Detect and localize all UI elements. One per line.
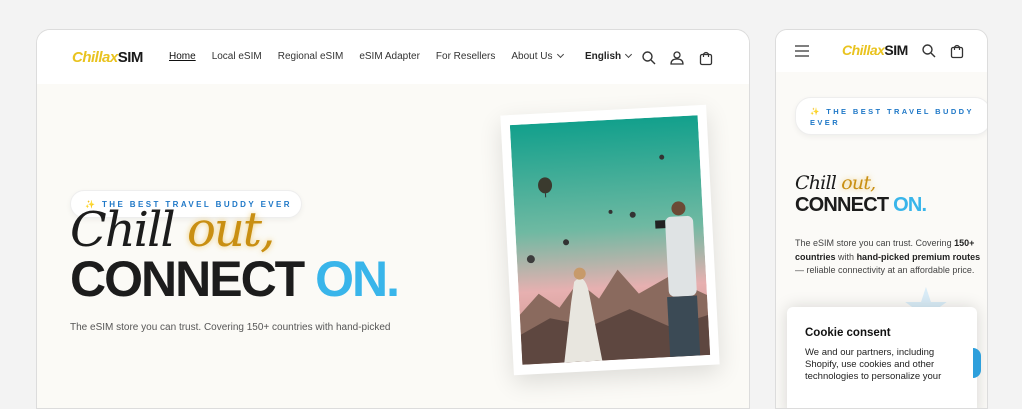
travel-photo-image (510, 115, 710, 365)
hero-headline-connect: CONNECT ON. (795, 194, 926, 217)
nav-about-us[interactable]: About Us (511, 51, 562, 62)
nav-for-resellers[interactable]: For Resellers (436, 51, 495, 62)
hero-description: The eSIM store you can trust. Covering 1… (70, 322, 390, 333)
cookie-text: We and our partners, including Shopify, … (805, 347, 959, 383)
desktop-header: ChillaxSIM Home Local eSIM Regional eSIM… (37, 30, 749, 84)
main-nav: Home Local eSIM Regional eSIM eSIM Adapt… (169, 51, 563, 62)
chat-widget-button[interactable] (973, 348, 981, 378)
mobile-preview: ChillaxSIM ✨ THE BEST TRAVEL BUDDY EVER … (775, 29, 988, 409)
nav-home[interactable]: Home (169, 51, 196, 62)
nav-esim-adapter[interactable]: eSIM Adapter (359, 51, 420, 62)
cookie-consent-dialog: Cookie consent We and our partners, incl… (787, 307, 977, 409)
menu-icon[interactable] (794, 43, 810, 59)
chevron-down-icon (556, 51, 563, 58)
hero-headline-connect: CONNECT ON. (70, 250, 398, 308)
account-icon[interactable] (669, 50, 685, 66)
hero-photo (500, 105, 719, 375)
brand-logo[interactable]: ChillaxSIM (72, 49, 143, 66)
cookie-title: Cookie consent (805, 327, 959, 339)
mobile-header: ChillaxSIM (776, 30, 987, 72)
language-selector[interactable]: English (585, 51, 631, 62)
tagline-badge: ✨ THE BEST TRAVEL BUDDY EVER (795, 97, 988, 135)
cart-icon[interactable] (698, 50, 714, 66)
chevron-down-icon (625, 51, 632, 58)
search-icon[interactable] (921, 43, 937, 59)
hero-description: The eSIM store you can trust. Covering 1… (795, 237, 988, 278)
search-icon[interactable] (641, 50, 657, 66)
desktop-preview: ChillaxSIM Home Local eSIM Regional eSIM… (36, 29, 750, 409)
nav-local-esim[interactable]: Local eSIM (212, 51, 262, 62)
cart-icon[interactable] (949, 43, 965, 59)
nav-regional-esim[interactable]: Regional eSIM (278, 51, 344, 62)
brand-logo[interactable]: ChillaxSIM (842, 42, 908, 58)
hero-headline-chill: Chill out, (795, 172, 875, 194)
